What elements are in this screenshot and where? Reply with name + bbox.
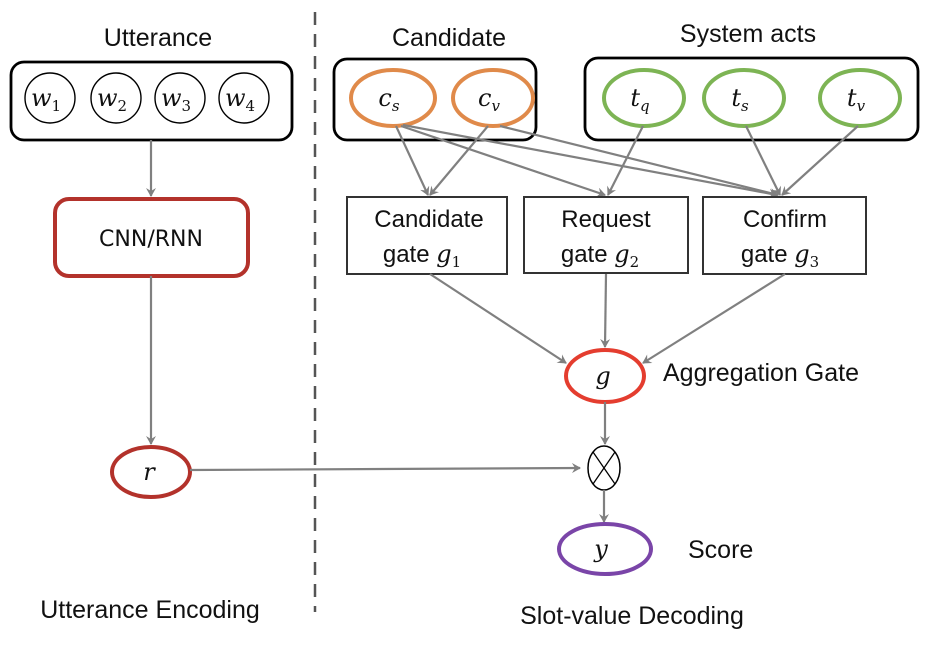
- candidate-gate: Candidate gate g1: [346, 196, 508, 275]
- svg-text:tq: tq: [630, 84, 649, 115]
- heading-utterance-encoding: Utterance Encoding: [40, 596, 260, 624]
- confirm-gate: Confirm gate g3: [702, 196, 867, 275]
- svg-text:tv: tv: [847, 84, 866, 115]
- gate-input-edges: [395, 123, 859, 199]
- output-var: y: [593, 535, 608, 563]
- word-node: w2: [90, 72, 142, 124]
- heading-utterance: Utterance: [104, 24, 212, 52]
- heading-system-acts: System acts: [680, 20, 816, 48]
- system-act-node-ts: ts: [702, 68, 786, 128]
- encoder-label: CNN/RNN: [99, 227, 203, 252]
- svg-text:gate g3: gate g3: [741, 240, 819, 271]
- svg-text:gate g2: gate g2: [561, 240, 639, 271]
- edge-r-product: [189, 463, 581, 474]
- svg-text:w4: w4: [225, 84, 255, 115]
- svg-text:Confirm: Confirm: [743, 206, 827, 233]
- svg-text:w1: w1: [31, 84, 61, 115]
- request-gate: Request gate g2: [523, 196, 689, 274]
- svg-text:ts: ts: [731, 84, 749, 115]
- word-node: w4: [218, 72, 270, 124]
- candidate-node-cs: cs: [349, 68, 437, 128]
- aggregation-label: Aggregation Gate: [663, 359, 859, 387]
- svg-text:w2: w2: [97, 84, 127, 115]
- word-node: w3: [154, 72, 206, 124]
- slot-value-diagram: Utterance Candidate System acts Utteranc…: [9, 12, 920, 630]
- svg-text:Request: Request: [561, 206, 651, 233]
- svg-text:gate g1: gate g1: [383, 240, 461, 271]
- output-label: Score: [688, 536, 753, 564]
- svg-text:cs: cs: [378, 84, 399, 115]
- representation-label: r: [143, 458, 156, 486]
- system-act-node-tq: tq: [602, 68, 686, 128]
- heading-slot-value-decoding: Slot-value Decoding: [520, 602, 744, 630]
- candidate-node-cv: cv: [451, 68, 535, 128]
- svg-text:cv: cv: [478, 84, 500, 115]
- word-node: w1: [24, 72, 76, 124]
- system-act-node-tv: tv: [818, 68, 902, 128]
- aggregation-var: g: [595, 362, 610, 390]
- product-operator-icon: [587, 445, 621, 491]
- heading-candidate: Candidate: [392, 24, 506, 52]
- svg-text:w3: w3: [161, 84, 191, 115]
- svg-text:Candidate: Candidate: [374, 206, 483, 233]
